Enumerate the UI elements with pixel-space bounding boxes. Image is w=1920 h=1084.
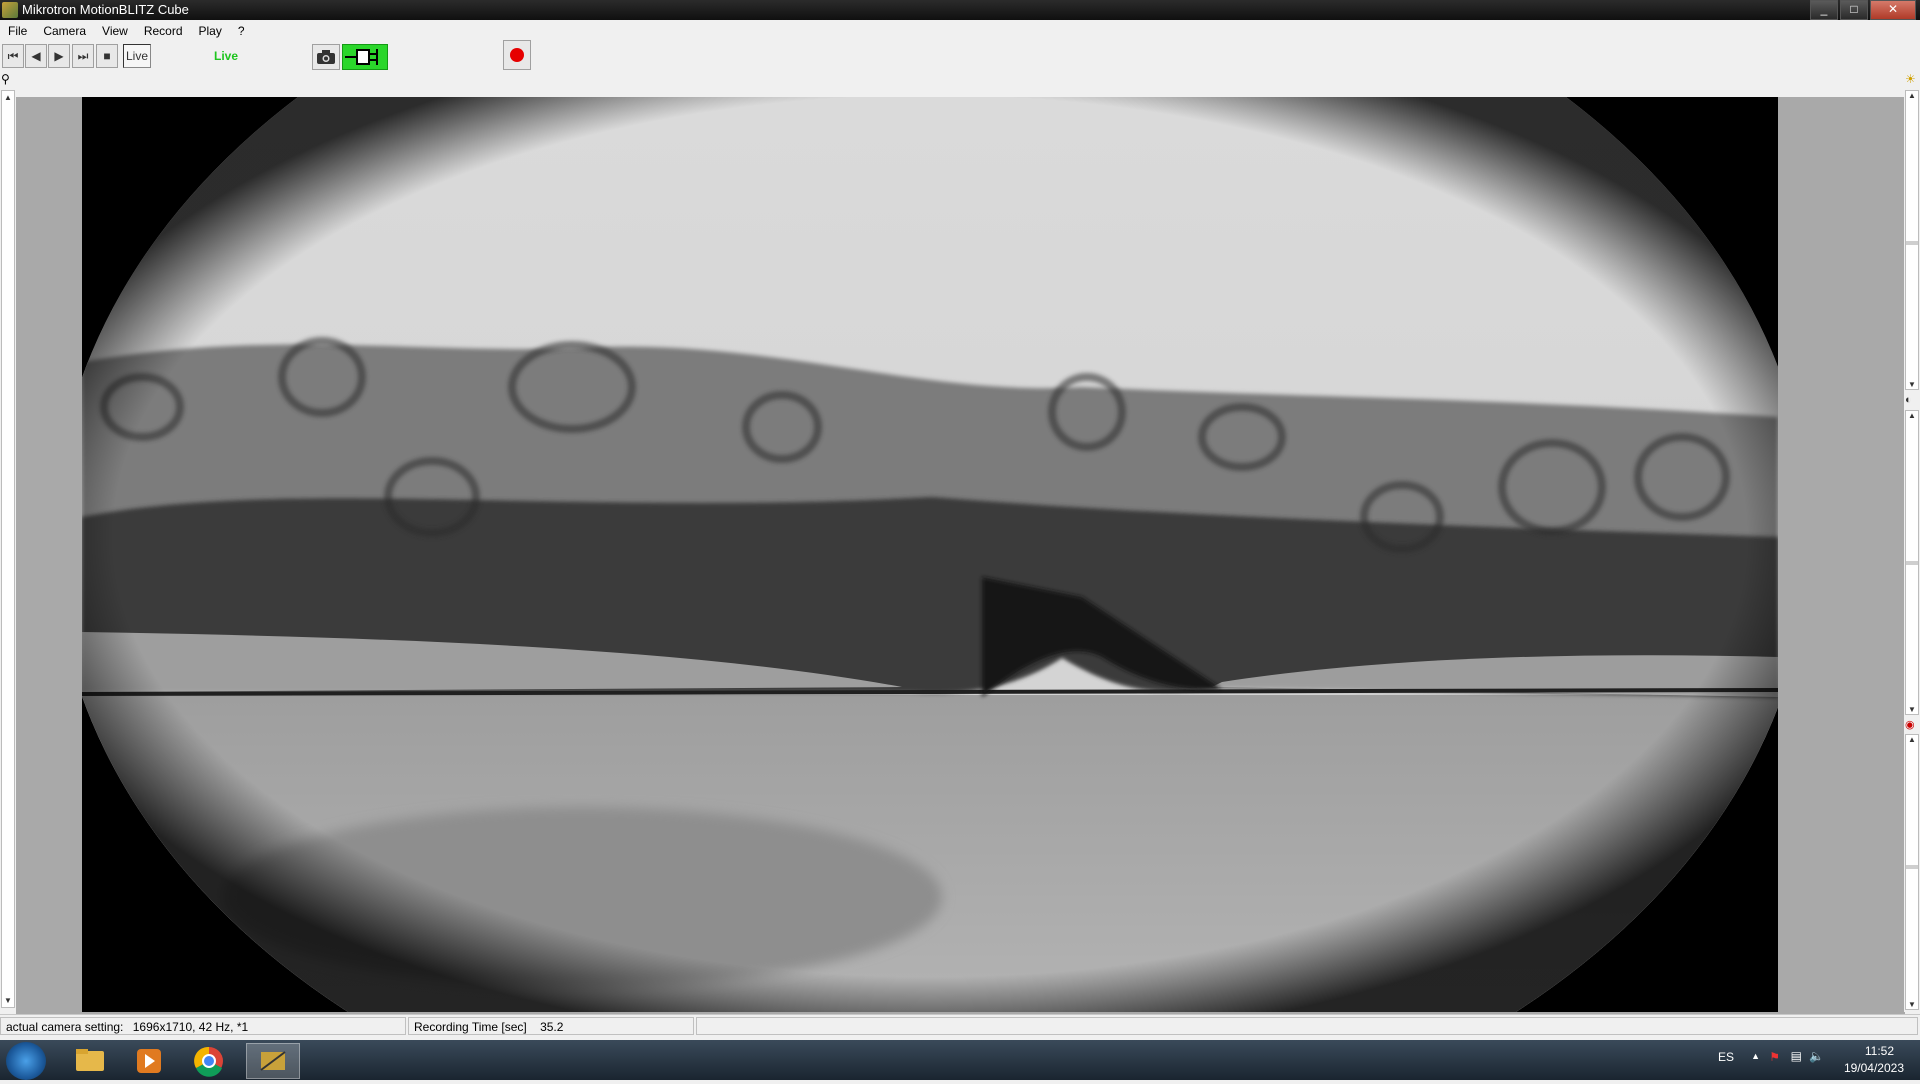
camera-icon — [317, 50, 335, 64]
stop-button[interactable]: ■ — [96, 44, 118, 68]
record-icon — [510, 48, 524, 62]
right-panel: ☀ ▲ ▼ ◐ ▲ ▼ ◉ ▲ ▼ — [1904, 72, 1920, 1012]
scroll-up-icon[interactable]: ▲ — [1908, 91, 1916, 100]
media-player-icon[interactable] — [122, 1043, 176, 1079]
camera-setting-panel: actual camera setting: 1696x1710, 42 Hz,… — [0, 1017, 406, 1035]
taskbar: ES ▲ ⚑ ▤ 🔈 11:52 19/04/2023 — [0, 1040, 1920, 1080]
maximize-button[interactable]: □ — [1840, 0, 1868, 20]
file-explorer-icon[interactable] — [62, 1043, 116, 1079]
play-icon: ▶ — [54, 49, 64, 63]
contrast-icon[interactable]: ◐ — [1905, 394, 1912, 406]
clock-date[interactable]: 19/04/2023 — [1844, 1061, 1904, 1075]
camera-live-image[interactable] — [82, 97, 1778, 1012]
scroll-down-icon[interactable]: ▼ — [4, 996, 12, 1005]
scroll-up-icon[interactable]: ▲ — [4, 93, 12, 102]
brightness-slider[interactable]: ▲ ▼ — [1905, 90, 1919, 390]
motionblitz-icon[interactable] — [246, 1043, 300, 1079]
chrome-icon[interactable] — [182, 1043, 236, 1079]
menu-record[interactable]: Record — [136, 24, 191, 38]
step-back-icon: ◀ — [31, 49, 41, 63]
minimize-button[interactable]: _ — [1810, 0, 1838, 20]
menu-play[interactable]: Play — [191, 24, 230, 38]
record-button[interactable] — [503, 40, 531, 70]
live-status-label: Live — [214, 49, 239, 63]
status-empty-panel — [696, 1017, 1918, 1035]
action-center-flag-icon[interactable]: ⚑ — [1769, 1050, 1780, 1064]
recording-time-panel: Recording Time [sec] 35.2 — [408, 1017, 694, 1035]
skip-back-icon: ⏮ — [7, 49, 19, 63]
language-indicator[interactable]: ES — [1718, 1050, 1734, 1064]
clock-time[interactable]: 11:52 — [1865, 1044, 1894, 1058]
sun-icon[interactable]: ☀ — [1905, 72, 1919, 86]
scroll-down-icon[interactable]: ▼ — [1908, 380, 1916, 389]
menu-help[interactable]: ? — [230, 24, 253, 38]
live-button[interactable]: Live — [123, 44, 151, 68]
gain-slider[interactable]: ▲ ▼ — [1905, 734, 1919, 1010]
toolbar: ⏮ ◀ ▶ ⏭ ■ Live Live — [0, 40, 1920, 72]
close-button[interactable]: ✕ — [1870, 0, 1916, 20]
network-icon[interactable]: ▤ — [1791, 1049, 1802, 1063]
scroll-up-icon[interactable]: ▲ — [1908, 411, 1916, 420]
app-icon — [2, 2, 18, 18]
skip-to-end-button[interactable]: ⏭ — [72, 44, 94, 68]
plug-icon — [345, 49, 378, 65]
magnifier-icon[interactable]: ⚲ — [1, 72, 15, 86]
start-icon[interactable] — [6, 1042, 46, 1080]
volume-icon[interactable]: 🔈 — [1809, 1049, 1824, 1063]
step-back-button[interactable]: ◀ — [25, 44, 47, 68]
title-bar: Mikrotron MotionBLITZ Cube _ □ ✕ — [0, 0, 1920, 20]
rewind-to-start-button[interactable]: ⏮ — [2, 44, 24, 68]
snapshot-button[interactable] — [312, 44, 340, 70]
window-title: Mikrotron MotionBLITZ Cube — [22, 2, 189, 17]
menu-bar: File Camera View Record Play ? — [0, 21, 1920, 41]
status-bar: actual camera setting: 1696x1710, 42 Hz,… — [0, 1014, 1920, 1039]
menu-file[interactable]: File — [0, 24, 35, 38]
camera-setting-label: actual camera setting: — [6, 1020, 124, 1034]
stop-icon: ■ — [103, 49, 111, 63]
camera-frame — [82, 97, 1778, 1012]
camera-setting-value: 1696x1710, 42 Hz, *1 — [132, 1020, 249, 1034]
scroll-down-icon[interactable]: ▼ — [1908, 705, 1916, 714]
gain-icon[interactable]: ◉ — [1905, 718, 1915, 731]
connection-button[interactable] — [342, 44, 388, 70]
scroll-up-icon[interactable]: ▲ — [1908, 735, 1916, 744]
left-scrollbar[interactable]: ▲ ▼ — [1, 90, 15, 1008]
contrast-slider[interactable]: ▲ ▼ — [1905, 410, 1919, 715]
video-viewport — [16, 97, 1905, 1014]
recording-time-value: 35.2 — [540, 1020, 564, 1034]
menu-camera[interactable]: Camera — [35, 24, 94, 38]
left-panel: ⚲ ▲ ▼ — [0, 72, 16, 1012]
show-hidden-icons-icon[interactable]: ▲ — [1751, 1051, 1760, 1061]
recording-time-label: Recording Time [sec] — [414, 1020, 527, 1034]
menu-view[interactable]: View — [94, 24, 136, 38]
scroll-down-icon[interactable]: ▼ — [1908, 1000, 1916, 1009]
play-button[interactable]: ▶ — [48, 44, 70, 68]
skip-forward-icon: ⏭ — [77, 49, 89, 63]
